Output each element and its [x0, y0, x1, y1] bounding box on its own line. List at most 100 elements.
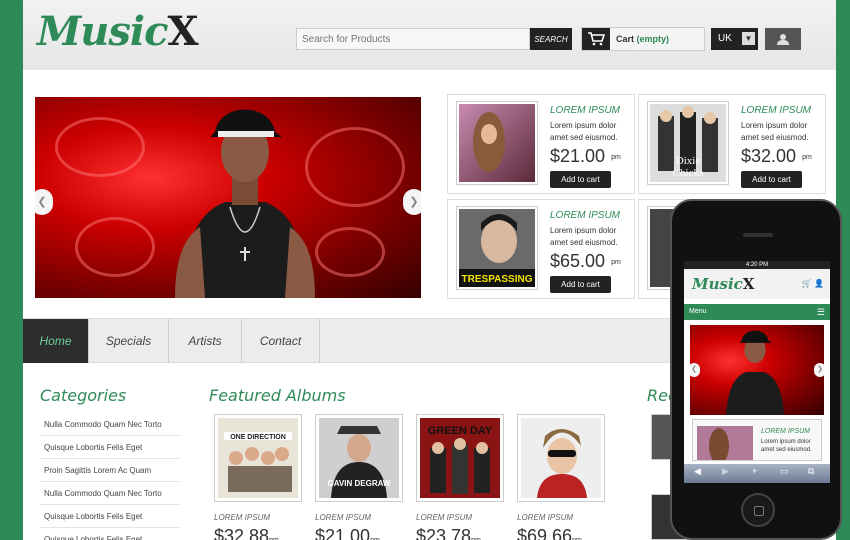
- category-link[interactable]: Nulla Commodo Quam Nec Torto: [40, 482, 180, 505]
- product-price: $21.00 pm: [550, 146, 621, 167]
- product-desc: Lorem ipsum dolor amet sed eiusmod.: [550, 226, 618, 247]
- chevron-left-icon: ❮: [37, 196, 47, 208]
- album-card[interactable]: GREEN DAY LOREM IPSUM $23.78pm: [416, 414, 504, 540]
- product-card[interactable]: TRESPASSING LOREM IPSUM Lorem ipsum dolo…: [447, 199, 635, 299]
- search-button[interactable]: SEARCH: [530, 28, 572, 50]
- album-image[interactable]: GREEN DAY: [416, 414, 504, 502]
- chevron-left-icon: ❮: [691, 366, 697, 373]
- phone-hero-slider[interactable]: ❮ ❯: [690, 325, 824, 415]
- cart-text: Cart: [616, 34, 635, 44]
- language-select[interactable]: UK ▼: [711, 28, 758, 50]
- phone-product-card[interactable]: LOREM IPSUM Lorem ipsum dolor amet sed e…: [692, 419, 822, 461]
- album-price: $32.88pm: [214, 526, 302, 540]
- svg-text:Dixie: Dixie: [676, 155, 701, 167]
- product-title: LOREM IPSUM: [550, 105, 621, 116]
- album-image[interactable]: [517, 414, 605, 502]
- category-link[interactable]: Quisque Lobortis Felis Eget: [40, 436, 180, 459]
- hamburger-icon: ☰: [816, 307, 825, 317]
- user-icon: [777, 34, 789, 48]
- bookmarks-icon[interactable]: ▭: [780, 466, 789, 477]
- album-card[interactable]: ONE DIRECTION LOREM IPSUM $32.88pm: [214, 414, 302, 540]
- product-card[interactable]: Dixie Chicks LOREM IPSUM Lorem ipsum dolo…: [638, 94, 826, 194]
- album-card[interactable]: LOREM IPSUM $69.66pm: [517, 414, 605, 540]
- user-icon[interactable]: 👤: [814, 279, 824, 288]
- product-image[interactable]: TRESPASSING: [456, 206, 538, 290]
- forward-icon[interactable]: ▶: [722, 466, 729, 477]
- nav-item-artists[interactable]: Artists: [169, 319, 242, 363]
- album-title: LOREM IPSUM: [315, 513, 372, 522]
- phone-speaker: [743, 233, 773, 237]
- hero-image: [175, 109, 315, 298]
- phone-product-desc: Lorem ipsum dolor amet sed eiusmod.: [761, 439, 812, 453]
- album-price: $69.66pm: [517, 526, 605, 540]
- price-value: $65.00: [550, 251, 606, 271]
- hero-slider[interactable]: ❮ ❯: [35, 97, 421, 298]
- logo-music: Music: [37, 8, 168, 55]
- chevron-down-icon: ▼: [742, 32, 755, 45]
- album-price: $21.00pm: [315, 526, 403, 540]
- album-image[interactable]: ONE DIRECTION: [214, 414, 302, 502]
- price-value: $21.00: [550, 146, 606, 166]
- product-title: LOREM IPSUM: [550, 210, 621, 221]
- phone-mockup: 4:20 PM MusicX 🛒 👤 Menu ☰ ❮ ❯ LOREM IPSUM…: [670, 199, 842, 540]
- product-desc: Lorem ipsum dolor amet sed eiusmod.: [741, 121, 809, 142]
- cart-label: Cart (empty): [616, 34, 669, 44]
- plus-icon[interactable]: +: [752, 466, 757, 476]
- tabs-icon[interactable]: ⧉: [808, 466, 814, 477]
- phone-logo[interactable]: MusicX: [692, 275, 754, 293]
- svg-text:GREEN DAY: GREEN DAY: [428, 425, 493, 437]
- account-button[interactable]: [765, 28, 801, 50]
- album-title: LOREM IPSUM: [214, 513, 271, 522]
- phone-header-icons: 🛒 👤: [802, 279, 824, 288]
- featured-title: Featured Albums: [209, 386, 346, 405]
- cart-icon[interactable]: 🛒: [802, 279, 812, 288]
- phone-logo-music: Music: [692, 275, 743, 293]
- phone-home-button[interactable]: [741, 493, 775, 527]
- add-to-cart-button[interactable]: Add to cart: [550, 276, 611, 293]
- phone-hero-image: [725, 330, 785, 415]
- album-title: LOREM IPSUM: [517, 513, 574, 522]
- chevron-right-icon: ❯: [817, 366, 823, 373]
- price-value: $32.88: [214, 526, 270, 540]
- logo[interactable]: MusicX: [37, 8, 198, 55]
- swirl-decor: [315, 227, 385, 277]
- phone-screen: 4:20 PM MusicX 🛒 👤 Menu ☰ ❮ ❯ LOREM IPSUM…: [684, 261, 830, 483]
- back-icon[interactable]: ◀: [694, 466, 701, 477]
- add-to-cart-button[interactable]: Add to cart: [550, 171, 611, 188]
- category-link[interactable]: Proin Sagittis Lorem Ac Quam: [40, 459, 180, 482]
- phone-product-image: [697, 426, 753, 460]
- price-value: $32.00: [741, 146, 797, 166]
- phone-header: MusicX 🛒 👤: [684, 269, 830, 299]
- nav-item-contact[interactable]: Contact: [242, 319, 320, 363]
- price-value: $69.66: [517, 526, 573, 540]
- price-unit: pm: [611, 258, 621, 266]
- category-link[interactable]: Quisque Lobortis Felis Eget: [40, 505, 180, 528]
- slider-next-button[interactable]: ❯: [403, 189, 421, 215]
- cart-widget[interactable]: Cart (empty): [581, 27, 705, 51]
- category-link[interactable]: Quisque Lobortis Felis Eget: [40, 528, 180, 540]
- phone-status-bar: 4:20 PM: [684, 261, 830, 269]
- slider-prev-button[interactable]: ❮: [35, 189, 53, 215]
- add-to-cart-button[interactable]: Add to cart: [741, 171, 802, 188]
- product-image[interactable]: Dixie Chicks: [647, 101, 729, 185]
- price-unit: pm: [802, 153, 812, 161]
- cart-icon: [582, 28, 610, 50]
- product-card[interactable]: LOREM IPSUM Lorem ipsum dolor amet sed e…: [447, 94, 635, 194]
- phone-slider-prev[interactable]: ❮: [690, 363, 700, 377]
- svg-text:GAVIN DEGRAW: GAVIN DEGRAW: [328, 479, 391, 488]
- album-card[interactable]: GAVIN DEGRAW LOREM IPSUM $21.00pm: [315, 414, 403, 540]
- product-image[interactable]: [456, 101, 538, 185]
- categories-title: Categories: [40, 386, 127, 405]
- album-image[interactable]: GAVIN DEGRAW: [315, 414, 403, 502]
- svg-text:ONE DIRECTION: ONE DIRECTION: [230, 434, 286, 441]
- svg-text:TRESPASSING: TRESPASSING: [462, 274, 533, 285]
- cart-status: (empty): [636, 34, 670, 44]
- category-link[interactable]: Nulla Commodo Quam Nec Torto: [40, 413, 180, 436]
- nav-item-specials[interactable]: Specials: [89, 319, 169, 363]
- phone-menu-bar[interactable]: Menu ☰: [684, 304, 830, 320]
- logo-x: X: [167, 8, 198, 55]
- nav-item-home[interactable]: Home: [23, 319, 89, 363]
- phone-slider-next[interactable]: ❯: [814, 363, 824, 377]
- phone-menu-label: Menu: [689, 308, 707, 315]
- search-input[interactable]: [296, 28, 530, 50]
